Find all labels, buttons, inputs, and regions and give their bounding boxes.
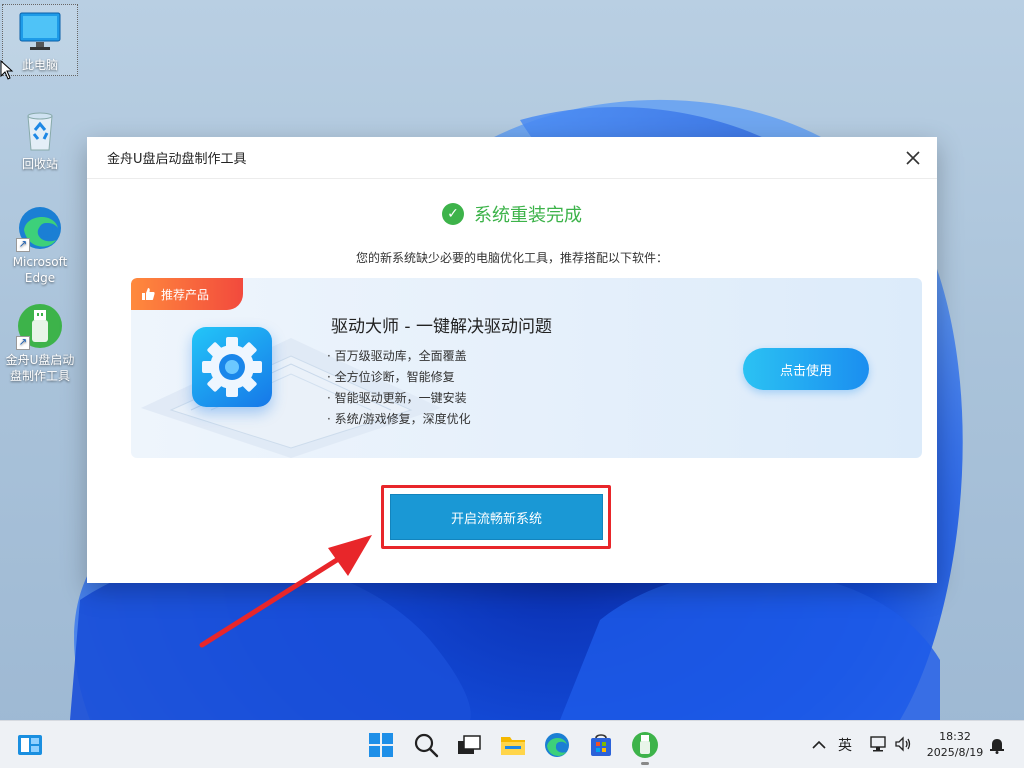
desktop-icon-label: 回收站 xyxy=(21,157,58,171)
promo-title: 驱动大师 - 一键解决驱动问题 xyxy=(331,317,552,337)
feature-item: · 系统/游戏修复，深度优化 xyxy=(327,412,471,426)
edge-icon: ↗ xyxy=(16,204,64,252)
driver-master-app-icon xyxy=(192,327,272,407)
store-icon xyxy=(591,734,611,756)
widgets-icon xyxy=(18,735,42,755)
annotation-highlight-box xyxy=(381,485,611,549)
taskbar: 英 18:32 2025/8/19 xyxy=(0,720,1024,768)
desktop-icon-usb-tool[interactable]: ↗ 金舟U盘启动盘制作工具 xyxy=(2,300,78,384)
edge-icon xyxy=(545,733,569,757)
feature-item: · 全方位诊断，智能修复 xyxy=(327,370,455,384)
thumbs-up-icon xyxy=(142,288,155,300)
close-button[interactable] xyxy=(903,148,923,168)
promo-card: 推荐产品 驱动大师 - 一键解决驱动问题 · 百万级驱动库，全面覆盖 · 全方位… xyxy=(131,278,922,458)
network-icon xyxy=(870,736,886,752)
recommended-badge: 推荐产品 xyxy=(131,278,243,310)
volume-button[interactable] xyxy=(894,734,914,754)
clock-date: 2025/8/19 xyxy=(926,746,984,759)
network-button[interactable] xyxy=(869,734,889,754)
notification-bell-icon xyxy=(990,739,1004,754)
task-view-icon xyxy=(458,735,481,754)
badge-label: 推荐产品 xyxy=(161,287,210,302)
widgets-button[interactable] xyxy=(16,731,44,759)
shortcut-arrow-icon: ↗ xyxy=(16,238,30,252)
desktop-icon-edge[interactable]: ↗ Microsoft Edge xyxy=(2,202,78,286)
close-icon xyxy=(906,151,920,165)
status-row: ✓ 系统重装完成 xyxy=(87,201,937,227)
dialog-title: 金舟U盘启动盘制作工具 xyxy=(107,152,247,167)
folder-icon xyxy=(501,737,525,755)
search-button[interactable] xyxy=(412,731,440,759)
file-explorer-button[interactable] xyxy=(499,731,527,759)
show-hidden-icons-button[interactable] xyxy=(810,735,828,755)
status-text: 系统重装完成 xyxy=(474,205,582,226)
mouse-cursor-icon xyxy=(0,60,14,80)
monitor-icon xyxy=(16,7,64,55)
desktop-icon-label: 金舟U盘启动盘制作工具 xyxy=(5,353,75,383)
clock[interactable]: 18:32 2025/8/19 xyxy=(920,729,990,761)
usb-tool-icon: ↗ xyxy=(16,302,64,350)
usb-tool-icon xyxy=(632,732,658,758)
recycle-bin-icon xyxy=(16,106,64,154)
clock-time: 18:32 xyxy=(939,730,971,743)
usb-tool-taskbar-button[interactable] xyxy=(631,731,659,765)
dialog-titlebar: 金舟U盘启动盘制作工具 xyxy=(87,137,937,179)
search-icon xyxy=(414,733,439,758)
feature-item: · 百万级驱动库，全面覆盖 xyxy=(327,349,467,363)
subtitle: 您的新系统缺少必要的电脑优化工具，推荐搭配以下软件： xyxy=(355,251,668,265)
volume-icon xyxy=(895,736,911,752)
start-icon xyxy=(369,733,393,757)
gear-icon xyxy=(202,337,262,397)
check-circle-icon: ✓ xyxy=(442,203,464,225)
shortcut-arrow-icon: ↗ xyxy=(16,336,30,350)
running-indicator xyxy=(641,762,649,765)
store-button[interactable] xyxy=(587,731,615,759)
app-dialog: 金舟U盘启动盘制作工具 ✓ 系统重装完成 您的新系统缺少必要的电脑优化工具，推荐… xyxy=(87,137,937,583)
notification-button[interactable] xyxy=(988,736,1006,754)
task-view-button[interactable] xyxy=(455,731,483,759)
feature-list: · 百万级驱动库，全面覆盖 · 全方位诊断，智能修复 · 智能驱动更新，一键安装… xyxy=(327,346,471,430)
chevron-up-icon xyxy=(812,740,826,749)
feature-item: · 智能驱动更新，一键安装 xyxy=(327,391,467,405)
desktop-icon-label: Microsoft Edge xyxy=(12,255,68,285)
desktop-icon-recycle-bin[interactable]: 回收站 xyxy=(2,104,78,172)
start-button[interactable] xyxy=(367,731,395,759)
use-now-button[interactable]: 点击使用 xyxy=(743,348,869,390)
ime-indicator[interactable]: 英 xyxy=(838,735,852,755)
edge-taskbar-button[interactable] xyxy=(543,731,571,759)
desktop-icon-label: 此电脑 xyxy=(21,58,58,72)
